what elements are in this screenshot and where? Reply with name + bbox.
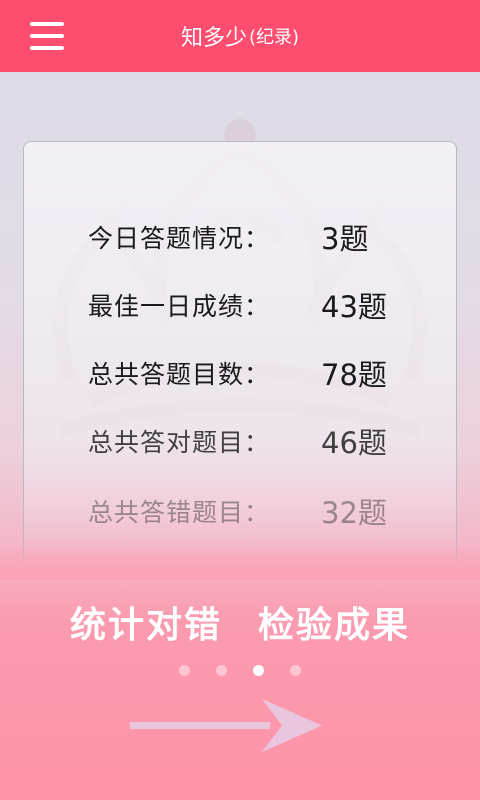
page-dot-1[interactable]	[179, 664, 190, 676]
page-dot-3[interactable]	[253, 664, 264, 676]
top-bar: 知多少 (纪录)	[0, 0, 480, 72]
stat-value: 46题	[321, 426, 387, 460]
stat-row-correct: 总共答对题目： 46题	[88, 417, 428, 465]
slogan-part-2: 检验成果	[258, 605, 411, 646]
menu-line	[30, 34, 64, 38]
stat-row-total: 总共答题目数： 78题	[88, 349, 428, 397]
stat-row-today: 今日答题情况： 3题	[88, 213, 428, 261]
page-dot-4[interactable]	[290, 664, 301, 676]
stat-label: 今日答题情况：	[88, 224, 271, 253]
stat-value: 32题	[321, 496, 387, 530]
stat-value: 78题	[321, 358, 387, 392]
stat-label: 总共答题目数：	[88, 360, 271, 389]
slogan-part-1: 统计对错	[69, 605, 222, 646]
stat-label: 总共答对题目：	[88, 428, 271, 457]
stat-row-wrong: 总共答错题目： 32题	[88, 487, 428, 535]
menu-line	[30, 22, 64, 26]
slogan: 统计对错 检验成果	[0, 596, 480, 648]
hamburger-menu-icon[interactable]	[30, 22, 64, 50]
stat-value: 3题	[321, 222, 369, 256]
right-arrow-icon[interactable]	[130, 695, 325, 757]
page-dot-2[interactable]	[216, 664, 227, 676]
title-main: 知多少	[180, 26, 247, 51]
page-indicator	[0, 662, 480, 678]
stat-row-best-day: 最佳一日成绩： 43题	[88, 281, 428, 329]
page-title: 知多少 (纪录)	[0, 0, 480, 72]
stat-label: 最佳一日成绩：	[88, 292, 271, 321]
title-sub: (纪录)	[248, 27, 300, 48]
stat-value: 43题	[321, 290, 387, 324]
card-fade-overlay	[0, 540, 480, 580]
stat-label: 总共答错题目：	[88, 498, 271, 527]
menu-line	[30, 46, 64, 50]
stats-card: 今日答题情况： 3题 最佳一日成绩： 43题 总共答题目数： 78题 总共答对题…	[23, 141, 457, 561]
